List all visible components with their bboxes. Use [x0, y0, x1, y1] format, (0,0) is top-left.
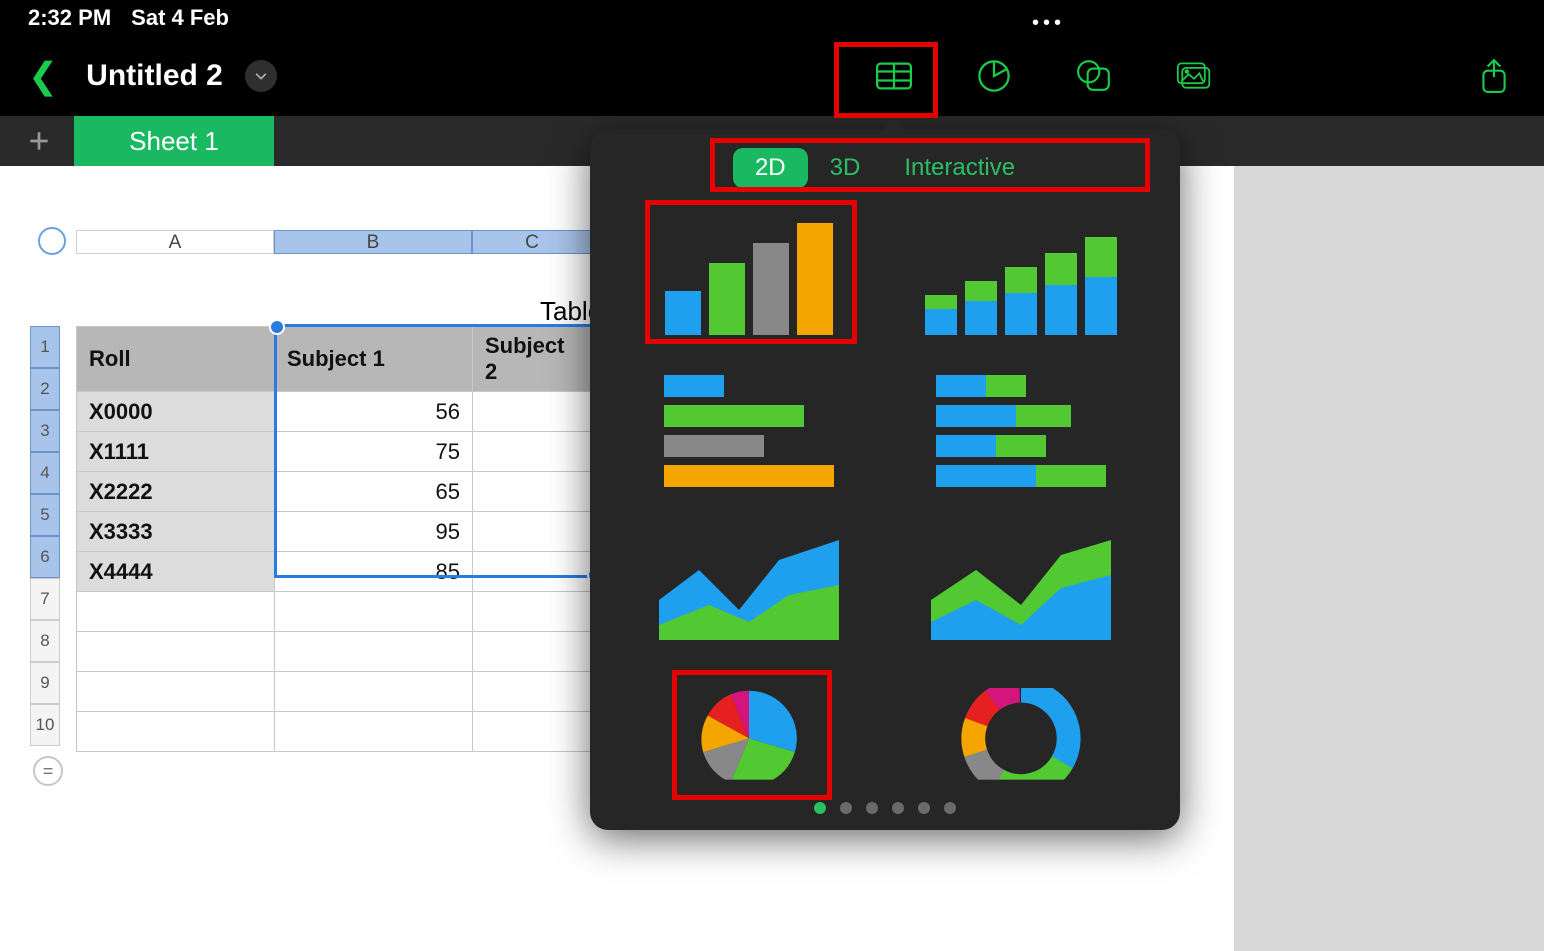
- add-sheet-button[interactable]: [14, 116, 64, 166]
- table-row[interactable]: [77, 592, 593, 632]
- chart-option-area[interactable]: [648, 530, 850, 645]
- insert-chart-icon[interactable]: [974, 56, 1014, 96]
- chart-option-column[interactable]: [648, 220, 850, 335]
- navigation-bar: ❮ Untitled 2: [0, 36, 1544, 116]
- sheet-tab[interactable]: Sheet 1: [74, 116, 274, 166]
- chart-option-donut[interactable]: [920, 685, 1122, 800]
- table-row[interactable]: X444485: [77, 552, 593, 592]
- table-row[interactable]: [77, 712, 593, 752]
- chart-option-stacked-column[interactable]: [920, 220, 1122, 335]
- document-title[interactable]: Untitled 2: [86, 59, 223, 93]
- insert-table-icon[interactable]: [874, 56, 914, 96]
- select-all-handle[interactable]: [38, 227, 66, 255]
- back-chevron-icon[interactable]: ❮: [22, 55, 64, 97]
- column-headers[interactable]: A B C: [76, 230, 592, 254]
- chart-tab-2d[interactable]: 2D: [733, 148, 808, 188]
- column-header-c[interactable]: C: [472, 230, 592, 254]
- column-header-b[interactable]: B: [274, 230, 472, 254]
- table-row[interactable]: X333395: [77, 512, 593, 552]
- column-header-a[interactable]: A: [76, 230, 274, 254]
- multitask-ellipsis-icon[interactable]: •••: [1032, 12, 1065, 35]
- insert-shape-icon[interactable]: [1074, 56, 1114, 96]
- table-row[interactable]: [77, 632, 593, 672]
- table-row[interactable]: [77, 672, 593, 712]
- page-dot[interactable]: [918, 802, 930, 814]
- page-dot[interactable]: [840, 802, 852, 814]
- table-header-row[interactable]: Roll Subject 1 Subject 2: [77, 327, 593, 392]
- page-dot[interactable]: [892, 802, 904, 814]
- document-menu-chevron-icon[interactable]: [245, 60, 277, 92]
- chart-option-stacked-area[interactable]: [920, 530, 1122, 645]
- status-time: 2:32 PM: [28, 5, 111, 31]
- canvas-background-right: [1234, 166, 1544, 951]
- status-bar: 2:32 PM Sat 4 Feb: [0, 0, 1544, 36]
- formula-button[interactable]: =: [33, 756, 63, 786]
- data-table[interactable]: Roll Subject 1 Subject 2 X000056 X111175…: [76, 326, 593, 752]
- chart-option-stacked-bar[interactable]: [920, 375, 1122, 490]
- chart-picker-popover: 2D 3D Interactive: [590, 130, 1180, 830]
- page-dot[interactable]: [944, 802, 956, 814]
- table-row[interactable]: X111175: [77, 432, 593, 472]
- chart-tab-3d[interactable]: 3D: [808, 148, 883, 188]
- chart-option-pie[interactable]: [648, 685, 850, 800]
- share-icon[interactable]: [1474, 56, 1514, 96]
- page-dot[interactable]: [814, 802, 826, 814]
- chart-tab-interactive[interactable]: Interactive: [882, 148, 1037, 188]
- chart-type-segmented-control[interactable]: 2D 3D Interactive: [618, 148, 1152, 188]
- insert-media-icon[interactable]: [1174, 56, 1214, 96]
- table-row[interactable]: X000056: [77, 392, 593, 432]
- table-row[interactable]: X222265: [77, 472, 593, 512]
- row-headers[interactable]: 1 2 3 4 5 6 7 8 9 10: [30, 326, 60, 746]
- page-indicator[interactable]: [590, 802, 1180, 814]
- chart-option-bar[interactable]: [648, 375, 850, 490]
- status-date: Sat 4 Feb: [131, 5, 229, 31]
- page-dot[interactable]: [866, 802, 878, 814]
